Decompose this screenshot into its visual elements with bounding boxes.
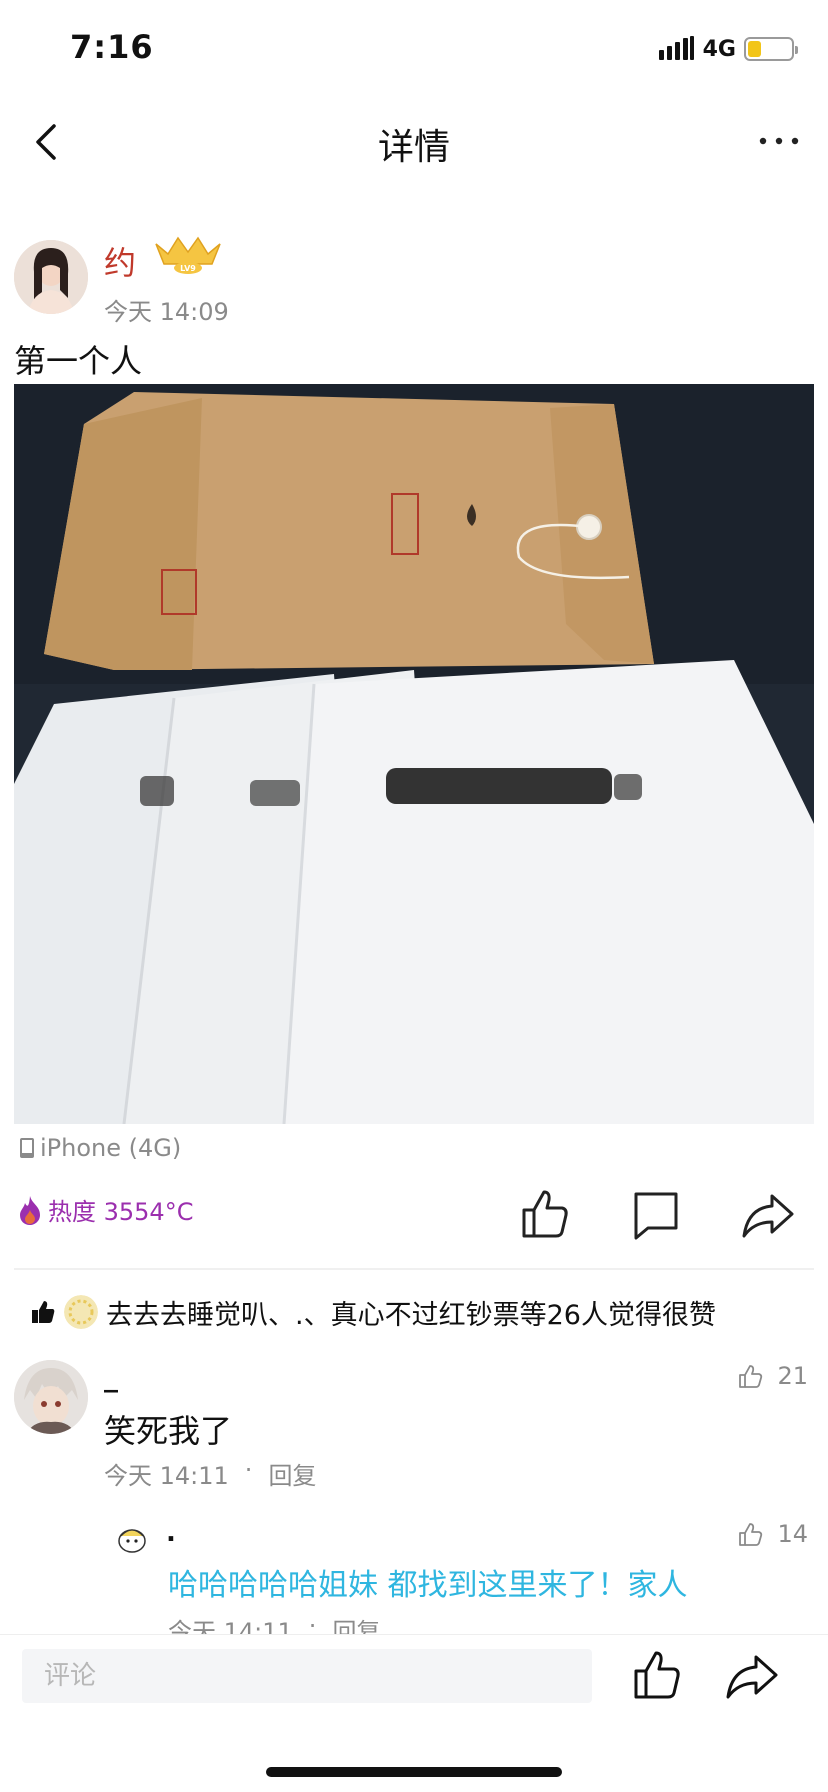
network-label: 4G bbox=[702, 36, 736, 62]
post-image[interactable] bbox=[14, 384, 814, 1124]
comment-like[interactable]: 21 bbox=[737, 1362, 808, 1390]
share-icon[interactable] bbox=[740, 1186, 796, 1242]
share-icon[interactable] bbox=[724, 1649, 780, 1701]
page-title: 详情 bbox=[377, 127, 450, 168]
comment-like-count: 21 bbox=[777, 1362, 808, 1390]
post-time: 今天 14:09 bbox=[104, 298, 229, 326]
comment-avatar[interactable] bbox=[14, 1360, 88, 1434]
thumb-up-filled-icon bbox=[32, 1301, 55, 1323]
reply-like[interactable]: 14 bbox=[737, 1520, 808, 1548]
device-row: iPhone (4G) bbox=[18, 1134, 181, 1162]
phone-icon bbox=[20, 1138, 34, 1158]
reply-user[interactable]: . bbox=[166, 1518, 176, 1548]
flame-icon bbox=[20, 1195, 40, 1225]
comment-input[interactable] bbox=[22, 1649, 592, 1703]
author-avatar[interactable] bbox=[14, 240, 88, 314]
comment-text: 笑死我了 bbox=[104, 1412, 233, 1450]
author-name[interactable]: 约 bbox=[104, 238, 136, 284]
comment-icon[interactable] bbox=[628, 1186, 684, 1242]
status-bar: 7:16 4G bbox=[0, 0, 828, 100]
comment-meta: 今天 14:11 · 回复 bbox=[104, 1456, 316, 1491]
comment-user[interactable]: _ bbox=[104, 1360, 118, 1393]
battery-icon bbox=[744, 37, 798, 61]
heat-label: 热度 3554°C bbox=[48, 1198, 194, 1226]
thumb-up-icon bbox=[739, 1523, 763, 1546]
bottom-bar bbox=[0, 1634, 828, 1792]
signal-icon bbox=[658, 36, 695, 62]
heat-row: 热度 3554°C bbox=[16, 1192, 193, 1227]
reply-button[interactable]: 回复 bbox=[268, 1456, 316, 1491]
thumb-up-icon[interactable] bbox=[516, 1186, 572, 1242]
level-badge-icon: LV9 bbox=[155, 236, 221, 274]
status-time: 7:16 bbox=[70, 28, 154, 66]
nav-bar: 详情 bbox=[0, 100, 828, 184]
liker-avatar bbox=[64, 1295, 98, 1329]
reply-text: 哈哈哈哈哈姐妹 都找到这里来了！家人 bbox=[168, 1568, 688, 1603]
divider bbox=[14, 1268, 814, 1270]
more-icon[interactable] bbox=[754, 126, 804, 156]
thumb-up-icon bbox=[739, 1365, 763, 1388]
likers-summary: 去去去睡觉叭、.、真心不过红钞票等26人觉得很赞 bbox=[106, 1299, 716, 1331]
status-indicators: 4G bbox=[658, 34, 798, 64]
post-text: 第一个人 bbox=[14, 342, 143, 380]
likers-row[interactable]: 去去去睡觉叭、.、真心不过红钞票等26人觉得很赞 bbox=[30, 1290, 808, 1334]
level-badge-text: LV9 bbox=[180, 264, 196, 273]
reply-avatar[interactable] bbox=[116, 1524, 148, 1554]
device-label: iPhone (4G) bbox=[40, 1134, 182, 1162]
thumb-up-icon[interactable] bbox=[628, 1647, 684, 1703]
meta-separator: · bbox=[244, 1456, 253, 1484]
home-indicator bbox=[266, 1767, 562, 1777]
comment-time: 今天 14:11 bbox=[104, 1462, 229, 1490]
battery-level bbox=[748, 41, 761, 57]
reply-like-count: 14 bbox=[777, 1520, 808, 1548]
